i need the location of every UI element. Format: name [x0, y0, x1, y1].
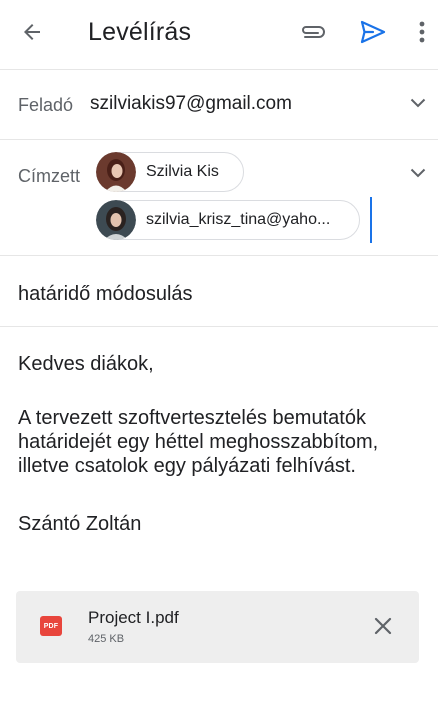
page-title: Levélírás	[88, 18, 192, 46]
divider	[0, 255, 438, 256]
avatar	[96, 152, 136, 192]
chevron-down-icon	[410, 95, 426, 113]
attachment-name: Project I.pdf	[88, 608, 179, 627]
to-expand-button[interactable]	[404, 162, 432, 186]
divider	[0, 326, 438, 327]
arrow-back-icon	[20, 20, 44, 49]
divider	[0, 139, 438, 140]
app-bar: Levélírás	[0, 0, 438, 64]
recipient-name: Szilvia Kis	[146, 163, 219, 180]
text-cursor	[370, 197, 372, 243]
avatar	[96, 200, 136, 240]
back-button[interactable]	[14, 16, 50, 52]
recipient-chip[interactable]: szilvia_krisz_tina@yaho...	[96, 200, 360, 240]
recipient-name: szilvia_krisz_tina@yaho...	[146, 211, 331, 228]
from-expand-button[interactable]	[404, 92, 432, 116]
send-button[interactable]	[354, 15, 392, 53]
from-account-field[interactable]: szilviakis97@gmail.com	[90, 93, 292, 115]
attachment-size: 425 KB	[88, 633, 125, 645]
more-options-button[interactable]	[410, 16, 434, 52]
body-signature[interactable]: Szántó Zoltán	[18, 512, 141, 536]
from-label: Feladó	[18, 95, 74, 115]
paperclip-icon	[297, 22, 327, 47]
send-icon	[360, 20, 386, 49]
divider	[0, 69, 438, 70]
pdf-file-icon: PDF	[40, 616, 62, 636]
more-vert-icon	[419, 21, 425, 48]
subject-field[interactable]: határidő módosulás	[18, 283, 193, 306]
attachment-card[interactable]: PDF Project I.pdf 425 KB	[16, 591, 419, 663]
to-label: Címzett	[18, 166, 81, 186]
attach-button[interactable]	[294, 16, 330, 52]
chevron-down-icon	[410, 165, 426, 183]
close-icon	[374, 617, 392, 640]
compose-screen: Levélírás Feladó szilviakis97@gmail.com …	[0, 0, 438, 703]
body-paragraph[interactable]: A tervezett szoftvertesztelés bemutatók …	[18, 406, 428, 478]
remove-attachment-button[interactable]	[368, 613, 398, 643]
body-greeting[interactable]: Kedves diákok,	[18, 352, 154, 376]
recipient-chip[interactable]: Szilvia Kis	[96, 152, 244, 192]
